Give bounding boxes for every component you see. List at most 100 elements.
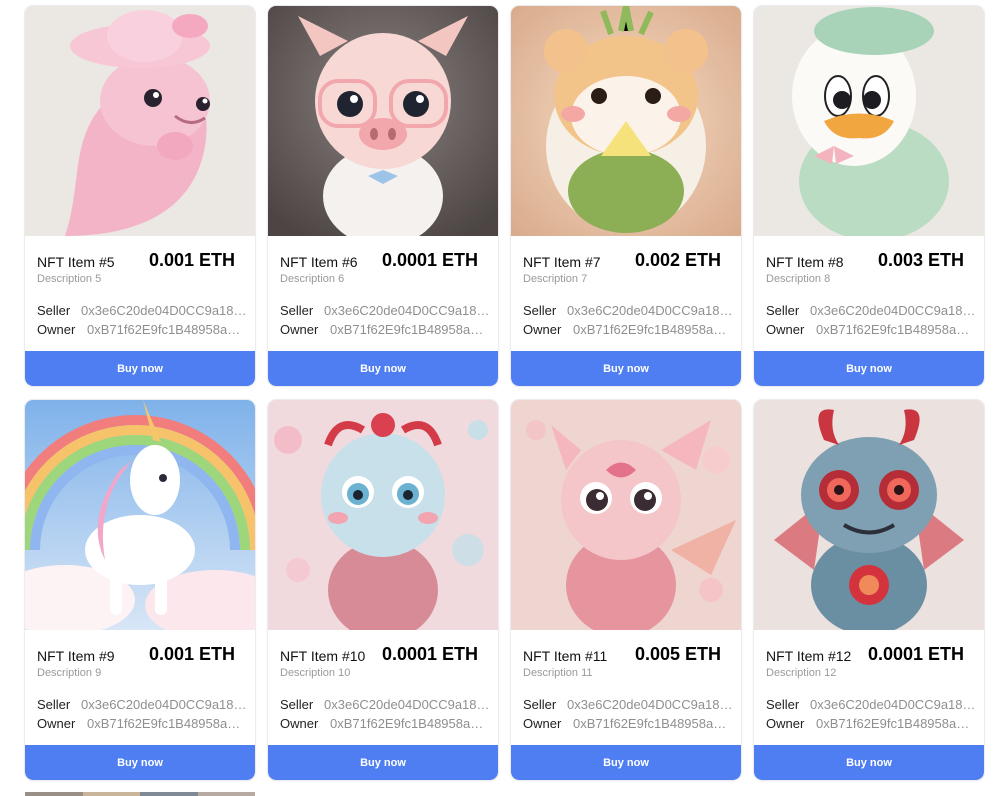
nft-price: 0.0001 ETH — [381, 250, 478, 270]
seller-label: Seller — [523, 303, 557, 318]
seller-row: Seller 0x3e6C20de04D0CC9a182... — [523, 303, 733, 318]
nft-image[interactable] — [511, 6, 741, 236]
seller-address: 0x3e6C20de04D0CC9a182... — [324, 303, 490, 318]
nft-card: NFT Item #11 0.005 ETH Description 11 Se… — [511, 400, 741, 780]
seller-label: Seller — [766, 697, 800, 712]
nft-name: NFT Item #6 — [280, 254, 358, 270]
buy-now-button[interactable]: Buy now — [511, 745, 741, 780]
seller-row: Seller 0x3e6C20de04D0CC9a182... — [523, 697, 733, 712]
rainbow-unicorn-image — [25, 400, 255, 630]
seller-row: Seller 0x3e6C20de04D0CC9a182... — [766, 303, 976, 318]
owner-row: Owner 0xB71f62E9fc1B48958aa7... — [280, 322, 490, 337]
owner-row: Owner 0xB71f62E9fc1B48958aa7... — [523, 716, 733, 731]
nft-image[interactable] — [754, 6, 984, 236]
nft-price: 0.003 ETH — [877, 250, 964, 270]
owner-label: Owner — [523, 322, 562, 337]
nft-description: Description 7 — [523, 273, 588, 285]
seller-row: Seller 0x3e6C20de04D0CC9a182... — [37, 303, 247, 318]
nft-price: 0.0001 ETH — [867, 644, 964, 664]
owner-label: Owner — [280, 322, 319, 337]
owner-label: Owner — [766, 716, 805, 731]
nft-name: NFT Item #11 — [523, 648, 608, 664]
nft-description: Description 8 — [766, 273, 831, 285]
buy-now-button[interactable]: Buy now — [268, 745, 498, 780]
seller-address: 0x3e6C20de04D0CC9a182... — [567, 303, 733, 318]
seller-address: 0x3e6C20de04D0CC9a182... — [81, 697, 247, 712]
seller-label: Seller — [37, 303, 71, 318]
owner-address: 0xB71f62E9fc1B48958aa7... — [330, 716, 490, 731]
nft-description: Description 6 — [280, 273, 345, 285]
owner-label: Owner — [37, 716, 76, 731]
seller-address: 0x3e6C20de04D0CC9a182... — [810, 697, 976, 712]
seller-address: 0x3e6C20de04D0CC9a182... — [810, 303, 976, 318]
seller-label: Seller — [766, 303, 800, 318]
buy-now-button[interactable]: Buy now — [754, 745, 984, 780]
nft-image[interactable] — [268, 6, 498, 236]
owner-row: Owner 0xB71f62E9fc1B48958aa7... — [523, 322, 733, 337]
nft-card: NFT Item #8 0.003 ETH Description 8 Sell… — [754, 6, 984, 386]
nft-name: NFT Item #12 — [766, 648, 852, 664]
nft-description: Description 5 — [37, 273, 102, 285]
owner-address: 0xB71f62E9fc1B48958aa7... — [816, 322, 976, 337]
baby-dragon-pink-image — [511, 400, 741, 630]
nft-price: 0.005 ETH — [634, 644, 721, 664]
nft-image[interactable] — [268, 400, 498, 630]
pink-dolphin-with-hat-image — [25, 6, 255, 236]
seller-label: Seller — [280, 303, 314, 318]
nft-description: Description 12 — [766, 667, 837, 679]
nft-image[interactable] — [754, 400, 984, 630]
nft-grid: NFT Item #5 0.001 ETH Description 5 Sell… — [25, 6, 984, 780]
nft-price: 0.001 ETH — [148, 644, 235, 664]
nft-image[interactable] — [511, 400, 741, 630]
owner-address: 0xB71f62E9fc1B48958aa7... — [573, 716, 733, 731]
nft-card: NFT Item #7 0.002 ETH Description 7 Sell… — [511, 6, 741, 386]
nft-price: 0.001 ETH — [148, 250, 235, 270]
nft-name: NFT Item #8 — [766, 254, 844, 270]
piglet-with-glasses-image — [268, 6, 498, 236]
next-row-card-peek — [25, 792, 255, 796]
buy-now-button[interactable]: Buy now — [511, 351, 741, 386]
baby-dragon-blue-red-image — [268, 400, 498, 630]
mech-dragon-red-blue-image — [754, 400, 984, 630]
seller-label: Seller — [37, 697, 71, 712]
seller-row: Seller 0x3e6C20de04D0CC9a182... — [766, 697, 976, 712]
owner-label: Owner — [280, 716, 319, 731]
nft-card: NFT Item #12 0.0001 ETH Description 12 S… — [754, 400, 984, 780]
owner-row: Owner 0xB71f62E9fc1B48958aa7... — [766, 716, 976, 731]
owner-row: Owner 0xB71f62E9fc1B48958aa7... — [766, 322, 976, 337]
buy-now-button[interactable]: Buy now — [25, 745, 255, 780]
seller-address: 0x3e6C20de04D0CC9a182... — [567, 697, 733, 712]
nft-name: NFT Item #7 — [523, 254, 601, 270]
nft-name: NFT Item #10 — [280, 648, 366, 664]
nft-image[interactable] — [25, 400, 255, 630]
seller-row: Seller 0x3e6C20de04D0CC9a182... — [280, 697, 490, 712]
owner-label: Owner — [523, 716, 562, 731]
owner-label: Owner — [766, 322, 805, 337]
buy-now-button[interactable]: Buy now — [25, 351, 255, 386]
nft-name: NFT Item #9 — [37, 648, 115, 664]
owner-row: Owner 0xB71f62E9fc1B48958aa7... — [37, 716, 247, 731]
hamster-with-melon-image — [511, 6, 741, 236]
duckling-in-green-coat-image — [754, 6, 984, 236]
owner-address: 0xB71f62E9fc1B48958aa7... — [87, 716, 247, 731]
nft-card: NFT Item #9 0.001 ETH Description 9 Sell… — [25, 400, 255, 780]
owner-address: 0xB71f62E9fc1B48958aa7... — [816, 716, 976, 731]
nft-description: Description 11 — [523, 667, 593, 679]
nft-price: 0.002 ETH — [634, 250, 721, 270]
seller-address: 0x3e6C20de04D0CC9a182... — [324, 697, 490, 712]
nft-description: Description 10 — [280, 667, 351, 679]
nft-name: NFT Item #5 — [37, 254, 115, 270]
nft-card: NFT Item #10 0.0001 ETH Description 10 S… — [268, 400, 498, 780]
seller-label: Seller — [523, 697, 557, 712]
owner-address: 0xB71f62E9fc1B48958aa7... — [573, 322, 733, 337]
buy-now-button[interactable]: Buy now — [268, 351, 498, 386]
owner-label: Owner — [37, 322, 76, 337]
seller-row: Seller 0x3e6C20de04D0CC9a182... — [37, 697, 247, 712]
seller-row: Seller 0x3e6C20de04D0CC9a182... — [280, 303, 490, 318]
nft-image[interactable] — [25, 6, 255, 236]
owner-row: Owner 0xB71f62E9fc1B48958aa7... — [37, 322, 247, 337]
nft-description: Description 9 — [37, 667, 102, 679]
buy-now-button[interactable]: Buy now — [754, 351, 984, 386]
seller-address: 0x3e6C20de04D0CC9a182... — [81, 303, 247, 318]
owner-row: Owner 0xB71f62E9fc1B48958aa7... — [280, 716, 490, 731]
